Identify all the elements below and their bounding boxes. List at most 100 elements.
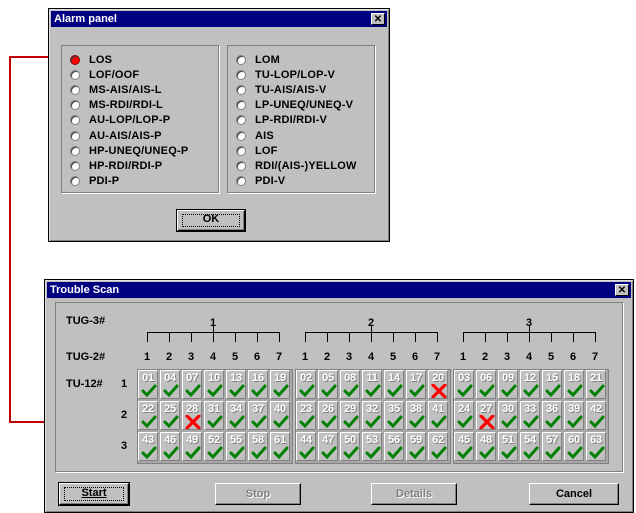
channel-cell[interactable]: 52	[204, 432, 224, 461]
channel-cell[interactable]: 10	[204, 370, 224, 399]
channel-cell[interactable]: 19	[270, 370, 290, 399]
radio-icon[interactable]	[236, 130, 246, 141]
channel-cell[interactable]: 33	[520, 401, 540, 430]
channel-cell[interactable]: 63	[586, 432, 606, 461]
alarm-option[interactable]: RDI/(AIS-)YELLOW	[236, 158, 357, 173]
channel-cell[interactable]: 40	[270, 401, 290, 430]
channel-cell[interactable]: 60	[564, 432, 584, 461]
channel-cell[interactable]: 15	[542, 370, 562, 399]
channel-cell[interactable]: 04	[160, 370, 180, 399]
channel-cell[interactable]: 12	[520, 370, 540, 399]
channel-cell[interactable]: 51	[498, 432, 518, 461]
start-button[interactable]: Start	[58, 482, 130, 506]
channel-cell[interactable]: 31	[204, 401, 224, 430]
radio-icon[interactable]	[236, 115, 246, 126]
alarm-option[interactable]: HP-RDI/RDI-P	[70, 158, 162, 173]
channel-cell[interactable]: 16	[248, 370, 268, 399]
channel-cell[interactable]: 24	[454, 401, 474, 430]
channel-cell[interactable]: 22	[138, 401, 158, 430]
radio-icon[interactable]	[70, 84, 80, 95]
radio-icon[interactable]	[70, 145, 80, 156]
channel-cell[interactable]: 03	[454, 370, 474, 399]
channel-cell[interactable]: 54	[520, 432, 540, 461]
channel-cell[interactable]: 20	[428, 370, 448, 399]
radio-icon[interactable]	[236, 69, 246, 80]
alarm-option[interactable]: LOS	[70, 52, 112, 67]
channel-cell[interactable]: 14	[384, 370, 404, 399]
alarm-option[interactable]: LOF/OOF	[70, 67, 139, 82]
channel-cell[interactable]: 01	[138, 370, 158, 399]
channel-cell[interactable]: 42	[586, 401, 606, 430]
alarm-option[interactable]: LOF	[236, 143, 278, 158]
radio-icon[interactable]	[70, 115, 80, 126]
alarm-option[interactable]: MS-AIS/AIS-L	[70, 82, 162, 97]
details-button[interactable]: Details	[371, 483, 457, 505]
alarm-option[interactable]: LOM	[236, 52, 280, 67]
channel-cell[interactable]: 11	[362, 370, 382, 399]
channel-cell[interactable]: 44	[296, 432, 316, 461]
channel-cell[interactable]: 32	[362, 401, 382, 430]
channel-cell[interactable]: 08	[340, 370, 360, 399]
channel-cell[interactable]: 58	[248, 432, 268, 461]
channel-cell[interactable]: 13	[226, 370, 246, 399]
alarm-option[interactable]: TU-AIS/AIS-V	[236, 82, 326, 97]
channel-cell[interactable]: 09	[498, 370, 518, 399]
radio-icon[interactable]	[236, 100, 246, 111]
radio-icon[interactable]	[70, 130, 80, 141]
channel-cell[interactable]: 29	[340, 401, 360, 430]
channel-cell[interactable]: 36	[542, 401, 562, 430]
alarm-panel-titlebar[interactable]: Alarm panel ✕	[51, 11, 387, 27]
alarm-option[interactable]: PDI-V	[236, 174, 285, 189]
channel-cell[interactable]: 34	[226, 401, 246, 430]
stop-button[interactable]: Stop	[215, 483, 301, 505]
channel-cell[interactable]: 45	[454, 432, 474, 461]
close-icon[interactable]: ✕	[615, 284, 629, 296]
channel-cell[interactable]: 59	[406, 432, 426, 461]
channel-cell[interactable]: 07	[182, 370, 202, 399]
channel-cell[interactable]: 55	[226, 432, 246, 461]
channel-cell[interactable]: 46	[160, 432, 180, 461]
radio-icon[interactable]	[70, 176, 80, 187]
alarm-option[interactable]: MS-RDI/RDI-L	[70, 98, 163, 113]
channel-cell[interactable]: 35	[384, 401, 404, 430]
alarm-option[interactable]: TU-LOP/LOP-V	[236, 67, 335, 82]
channel-cell[interactable]: 50	[340, 432, 360, 461]
radio-icon[interactable]	[70, 100, 80, 111]
channel-cell[interactable]: 39	[564, 401, 584, 430]
radio-icon[interactable]	[236, 160, 246, 171]
channel-cell[interactable]: 53	[362, 432, 382, 461]
alarm-option[interactable]: LP-RDI/RDI-V	[236, 113, 327, 128]
channel-cell[interactable]: 25	[160, 401, 180, 430]
channel-cell[interactable]: 17	[406, 370, 426, 399]
radio-icon[interactable]	[236, 84, 246, 95]
channel-cell[interactable]: 23	[296, 401, 316, 430]
alarm-option[interactable]: AU-AIS/AIS-P	[70, 128, 162, 143]
channel-cell[interactable]: 02	[296, 370, 316, 399]
channel-cell[interactable]: 41	[428, 401, 448, 430]
channel-cell[interactable]: 05	[318, 370, 338, 399]
radio-icon[interactable]	[70, 54, 80, 65]
channel-cell[interactable]: 21	[586, 370, 606, 399]
alarm-option[interactable]: AIS	[236, 128, 274, 143]
channel-cell[interactable]: 56	[384, 432, 404, 461]
channel-cell[interactable]: 28	[182, 401, 202, 430]
radio-icon[interactable]	[70, 160, 80, 171]
radio-icon[interactable]	[236, 145, 246, 156]
channel-cell[interactable]: 48	[476, 432, 496, 461]
channel-cell[interactable]: 57	[542, 432, 562, 461]
alarm-option[interactable]: LP-UNEQ/UNEQ-V	[236, 98, 353, 113]
radio-icon[interactable]	[70, 69, 80, 80]
channel-cell[interactable]: 47	[318, 432, 338, 461]
channel-cell[interactable]: 26	[318, 401, 338, 430]
alarm-option[interactable]: PDI-P	[70, 174, 119, 189]
radio-icon[interactable]	[236, 176, 246, 187]
channel-cell[interactable]: 27	[476, 401, 496, 430]
channel-cell[interactable]: 38	[406, 401, 426, 430]
channel-cell[interactable]: 62	[428, 432, 448, 461]
channel-cell[interactable]: 30	[498, 401, 518, 430]
channel-cell[interactable]: 37	[248, 401, 268, 430]
radio-icon[interactable]	[236, 54, 246, 65]
cancel-button[interactable]: Cancel	[529, 483, 619, 505]
channel-cell[interactable]: 43	[138, 432, 158, 461]
trouble-scan-titlebar[interactable]: Trouble Scan ✕	[47, 282, 631, 298]
